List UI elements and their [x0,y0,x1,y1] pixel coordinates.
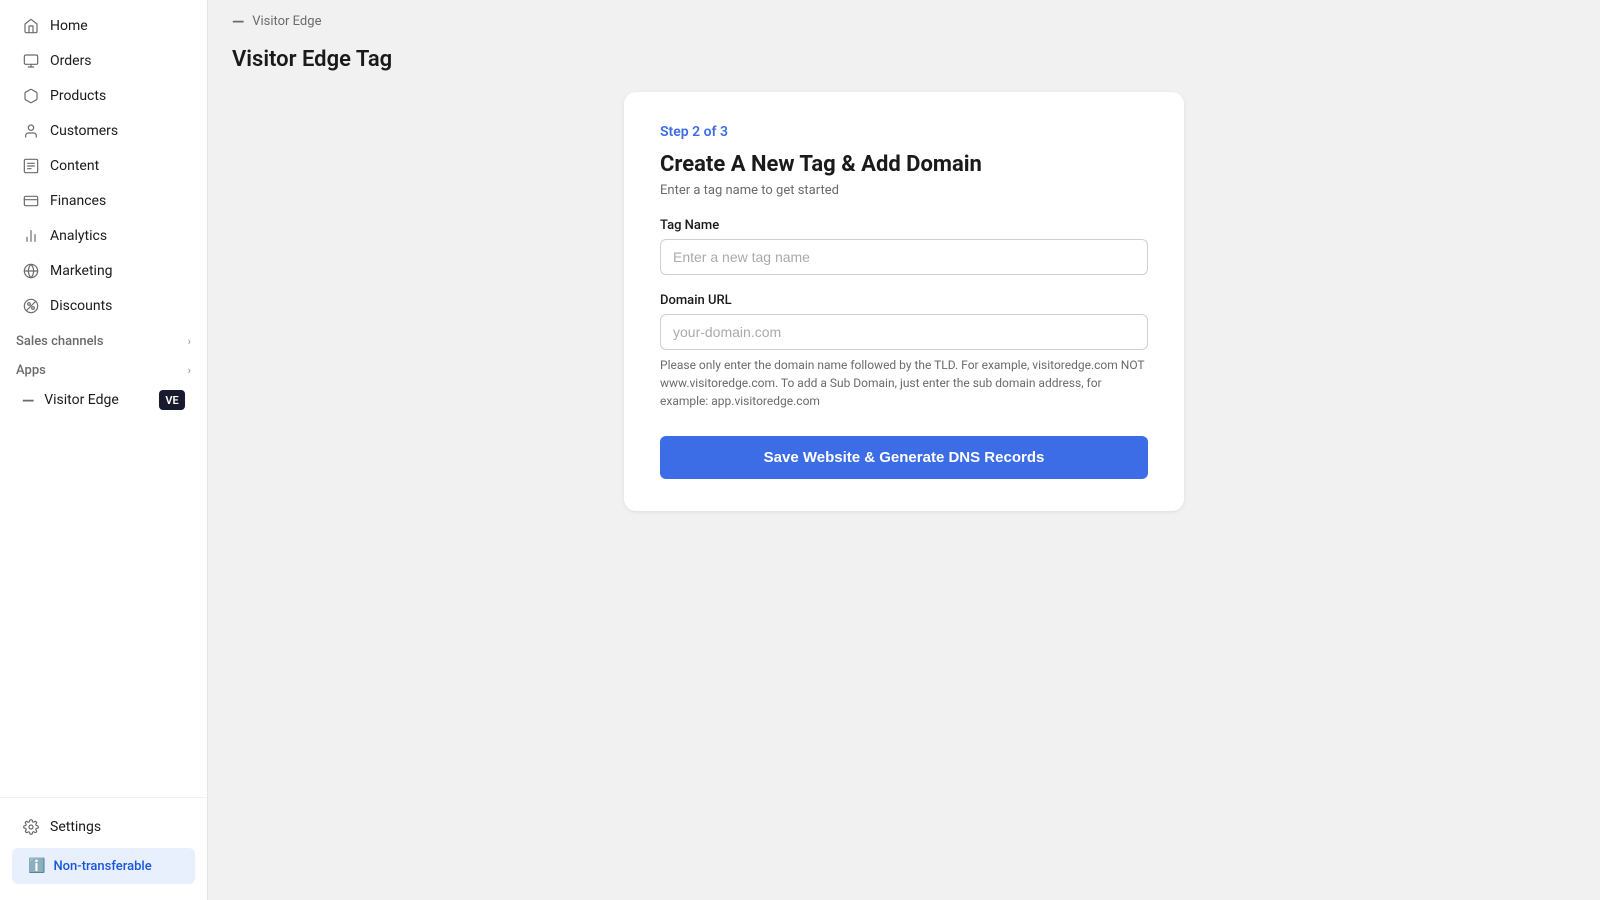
card-subtitle: Enter a tag name to get started [660,183,1148,198]
settings-icon [22,818,40,836]
sidebar-nav: Home Orders Products Customers Content [0,0,207,797]
page-title: Visitor Edge Tag [208,43,1600,92]
tag-name-label: Tag Name [660,218,1148,233]
sidebar-item-marketing-label: Marketing [50,263,113,279]
non-transferable-label: Non-transferable [53,859,151,874]
content-icon [22,157,40,175]
orders-icon [22,52,40,70]
sidebar-item-analytics[interactable]: Analytics [6,219,201,253]
tag-name-input[interactable] [660,239,1148,275]
sidebar-item-content[interactable]: Content [6,149,201,183]
sidebar-item-finances-label: Finances [50,193,106,209]
visitor-edge-badge: VE [159,390,185,410]
card-title: Create A New Tag & Add Domain [660,152,1148,177]
sidebar-bottom: Settings ℹ️ Non-transferable [0,797,207,900]
sidebar-item-analytics-label: Analytics [50,228,107,244]
sidebar-item-products-label: Products [50,88,106,104]
breadcrumb-text: Visitor Edge [252,14,321,29]
finances-icon [22,192,40,210]
domain-url-group: Domain URL Please only enter the domain … [660,293,1148,410]
breadcrumb-dash-icon: — [232,12,244,31]
apps-section[interactable]: Apps › [0,353,207,382]
sales-channels-section[interactable]: Sales channels › [0,324,207,353]
sales-channels-label: Sales channels [16,334,104,349]
save-website-button[interactable]: Save Website & Generate DNS Records [660,436,1148,479]
settings-label: Settings [50,819,101,835]
info-icon: ℹ️ [28,858,45,874]
sidebar: Home Orders Products Customers Content [0,0,208,900]
sidebar-item-finances[interactable]: Finances [6,184,201,218]
create-tag-card: Step 2 of 3 Create A New Tag & Add Domai… [624,92,1184,511]
sidebar-item-discounts-label: Discounts [50,298,112,314]
sidebar-item-customers-label: Customers [50,123,118,139]
sidebar-item-marketing[interactable]: Marketing [6,254,201,288]
domain-url-label: Domain URL [660,293,1148,308]
visitor-edge-label: Visitor Edge [44,392,149,408]
sidebar-item-content-label: Content [50,158,99,174]
breadcrumb: — Visitor Edge [208,0,1600,43]
sidebar-item-products[interactable]: Products [6,79,201,113]
apps-chevron-icon: › [188,364,191,377]
discounts-icon [22,297,40,315]
home-icon [22,17,40,35]
sidebar-item-orders-label: Orders [50,53,92,69]
customers-icon [22,122,40,140]
domain-url-input[interactable] [660,314,1148,350]
sales-channels-chevron-icon: › [188,335,191,348]
card-container: Step 2 of 3 Create A New Tag & Add Domai… [208,92,1600,511]
sidebar-item-home[interactable]: Home [6,9,201,43]
domain-hint: Please only enter the domain name follow… [660,356,1148,410]
analytics-icon [22,227,40,245]
main-content: — Visitor Edge Visitor Edge Tag Step 2 o… [208,0,1600,900]
settings-item[interactable]: Settings [6,810,201,844]
products-icon [22,87,40,105]
sidebar-item-home-label: Home [50,18,88,34]
sidebar-item-discounts[interactable]: Discounts [6,289,201,323]
sidebar-item-customers[interactable]: Customers [6,114,201,148]
visitor-edge-dash-icon: — [22,391,34,410]
sidebar-item-visitor-edge[interactable]: — Visitor Edge VE [6,383,201,417]
non-transferable-banner: ℹ️ Non-transferable [12,848,195,884]
marketing-icon [22,262,40,280]
apps-label: Apps [16,363,46,378]
sidebar-item-orders[interactable]: Orders [6,44,201,78]
tag-name-group: Tag Name [660,218,1148,275]
step-label: Step 2 of 3 [660,124,1148,140]
